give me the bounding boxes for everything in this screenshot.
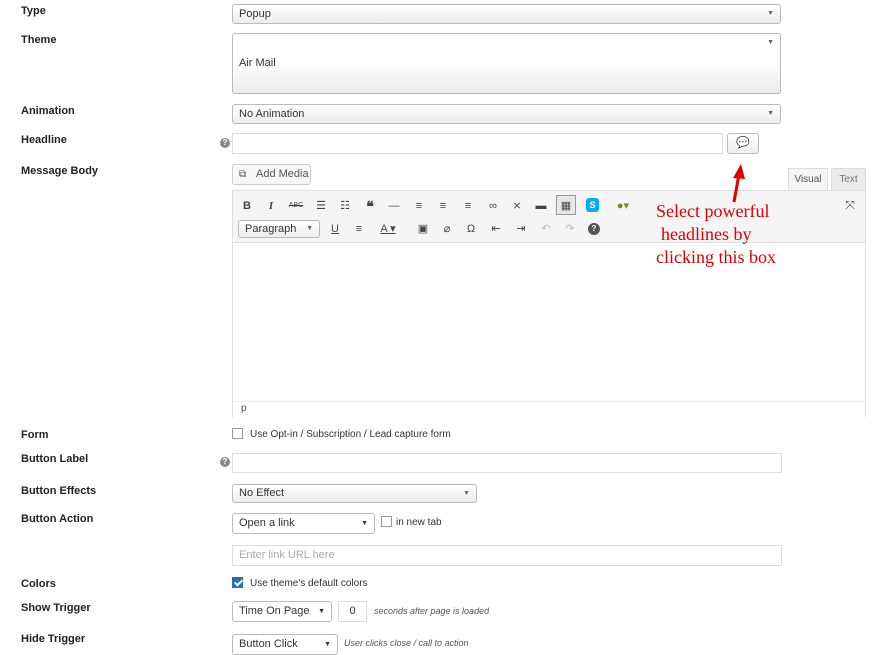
animation-select[interactable]: No Animation ▼ [232, 104, 781, 124]
show-trigger-label: Show Trigger [21, 602, 91, 614]
redo-icon[interactable]: ↷ [561, 221, 579, 237]
media-icon: ⧉ [239, 169, 247, 180]
button-label-label: Button Label [21, 453, 89, 465]
help-icon[interactable]: ? [220, 457, 230, 467]
chevron-down-icon: ▼ [463, 490, 470, 497]
tab-text[interactable]: Text [831, 168, 866, 190]
hide-trigger-value: Button Click [239, 638, 298, 650]
seconds-input[interactable]: 0 [338, 601, 367, 622]
skype-icon[interactable]: S [586, 198, 599, 212]
button-effects-select[interactable]: No Effect ▼ [232, 484, 477, 503]
bold-icon[interactable]: B [238, 198, 256, 214]
bullet-list-icon[interactable]: ☰ [312, 198, 330, 214]
theme-colors-checkbox[interactable] [232, 577, 243, 588]
theme-select-value: Air Mail [239, 57, 276, 69]
add-media-label: Add Media [256, 168, 309, 180]
tab-text-label: Text [839, 174, 858, 185]
chevron-down-icon: ▼ [361, 520, 368, 527]
type-label: Type [21, 5, 46, 17]
paste-text-icon[interactable]: ▣ [414, 221, 432, 237]
new-tab-label: in new tab [396, 517, 442, 528]
add-media-button[interactable]: ⧉ Add Media [232, 164, 311, 185]
form-optin-label: Use Opt-in / Subscription / Lead capture… [250, 429, 451, 440]
button-action-value: Open a link [239, 517, 295, 529]
type-select[interactable]: Popup ▼ [232, 4, 781, 24]
annotation-line-2: headlines by [661, 224, 752, 244]
link-url-input[interactable]: Enter link URL here [232, 545, 782, 566]
show-trigger-select[interactable]: Time On Page ▼ [232, 601, 332, 622]
strikethrough-icon[interactable]: ABC [287, 198, 305, 214]
button-label-input[interactable] [232, 453, 782, 473]
show-trigger-value: Time On Page [239, 605, 310, 617]
read-more-icon[interactable]: ▬ [532, 198, 550, 214]
annotation-arrow-icon [732, 164, 745, 203]
undo-icon[interactable]: ↶ [537, 221, 555, 237]
justify-icon[interactable]: ≡ [350, 221, 368, 237]
plugin-dropdown-icon[interactable]: ●▾ [609, 198, 637, 214]
type-select-value: Popup [239, 8, 271, 20]
help-icon[interactable]: ? [220, 138, 230, 148]
format-select-value: Paragraph [245, 223, 297, 235]
theme-select[interactable]: Air Mail ▼ [232, 33, 781, 94]
indent-icon[interactable]: ⇥ [512, 221, 530, 237]
outdent-icon[interactable]: ⇤ [487, 221, 505, 237]
underline-icon[interactable]: U [326, 221, 344, 237]
align-right-icon[interactable]: ≡ [459, 198, 477, 214]
theme-label: Theme [21, 34, 57, 46]
animation-label: Animation [21, 105, 75, 117]
status-path: p [241, 403, 247, 414]
seconds-suffix: seconds after page is loaded [374, 606, 490, 616]
fullscreen-icon[interactable]: ⤧ [841, 197, 859, 213]
tab-visual[interactable]: Visual [788, 168, 828, 190]
speech-bubble-icon: 💬 [736, 137, 750, 149]
button-effects-label: Button Effects [21, 485, 97, 497]
italic-icon[interactable]: I [262, 198, 280, 214]
message-body-label: Message Body [21, 165, 99, 177]
align-center-icon[interactable]: ≡ [434, 198, 452, 214]
chevron-down-icon: ▼ [767, 39, 774, 46]
numbered-list-icon[interactable]: ☷ [336, 198, 354, 214]
headline-suggestions-button[interactable]: 💬 [727, 133, 759, 154]
chevron-down-icon: ▼ [767, 10, 774, 17]
format-select[interactable]: Paragraph ▼ [238, 220, 320, 238]
chevron-down-icon: ▼ [767, 110, 774, 117]
editor-status-bar: p [233, 401, 865, 417]
hide-trigger-select[interactable]: Button Click ▼ [232, 634, 338, 655]
tab-visual-label: Visual [794, 174, 822, 185]
align-left-icon[interactable]: ≡ [410, 198, 428, 214]
clear-formatting-icon[interactable]: ⌀ [438, 221, 456, 237]
blockquote-icon[interactable]: ❝ [361, 198, 379, 214]
form-label: Form [21, 429, 49, 441]
toolbar-toggle-icon[interactable]: ▦ [556, 195, 576, 215]
animation-select-value: No Animation [239, 108, 305, 120]
link-icon[interactable]: ∞ [484, 198, 502, 214]
chevron-down-icon: ▼ [318, 608, 325, 615]
button-effects-value: No Effect [239, 487, 285, 499]
form-optin-checkbox[interactable] [232, 428, 243, 439]
chevron-down-icon: ▼ [324, 641, 331, 648]
button-action-label: Button Action [21, 513, 94, 525]
special-character-icon[interactable]: Ω [462, 221, 480, 237]
hide-trigger-suffix: User clicks close / call to action [344, 638, 469, 648]
headline-input[interactable] [232, 133, 723, 154]
theme-colors-label: Use theme's default colors [250, 578, 368, 589]
chevron-down-icon: ▼ [306, 225, 313, 232]
annotation-line-1: Select powerful [656, 201, 770, 221]
hide-trigger-label: Hide Trigger [21, 633, 86, 645]
new-tab-checkbox[interactable] [381, 516, 392, 527]
unlink-icon[interactable]: ⨯ [508, 198, 526, 214]
horizontal-rule-icon[interactable]: — [385, 198, 403, 214]
button-action-select[interactable]: Open a link ▼ [232, 513, 375, 534]
text-color-icon[interactable]: A ▾ [375, 221, 401, 237]
colors-label: Colors [21, 578, 56, 590]
help-icon[interactable]: ? [588, 223, 600, 235]
annotation-line-3: clicking this box [656, 247, 776, 267]
headline-label: Headline [21, 134, 67, 146]
